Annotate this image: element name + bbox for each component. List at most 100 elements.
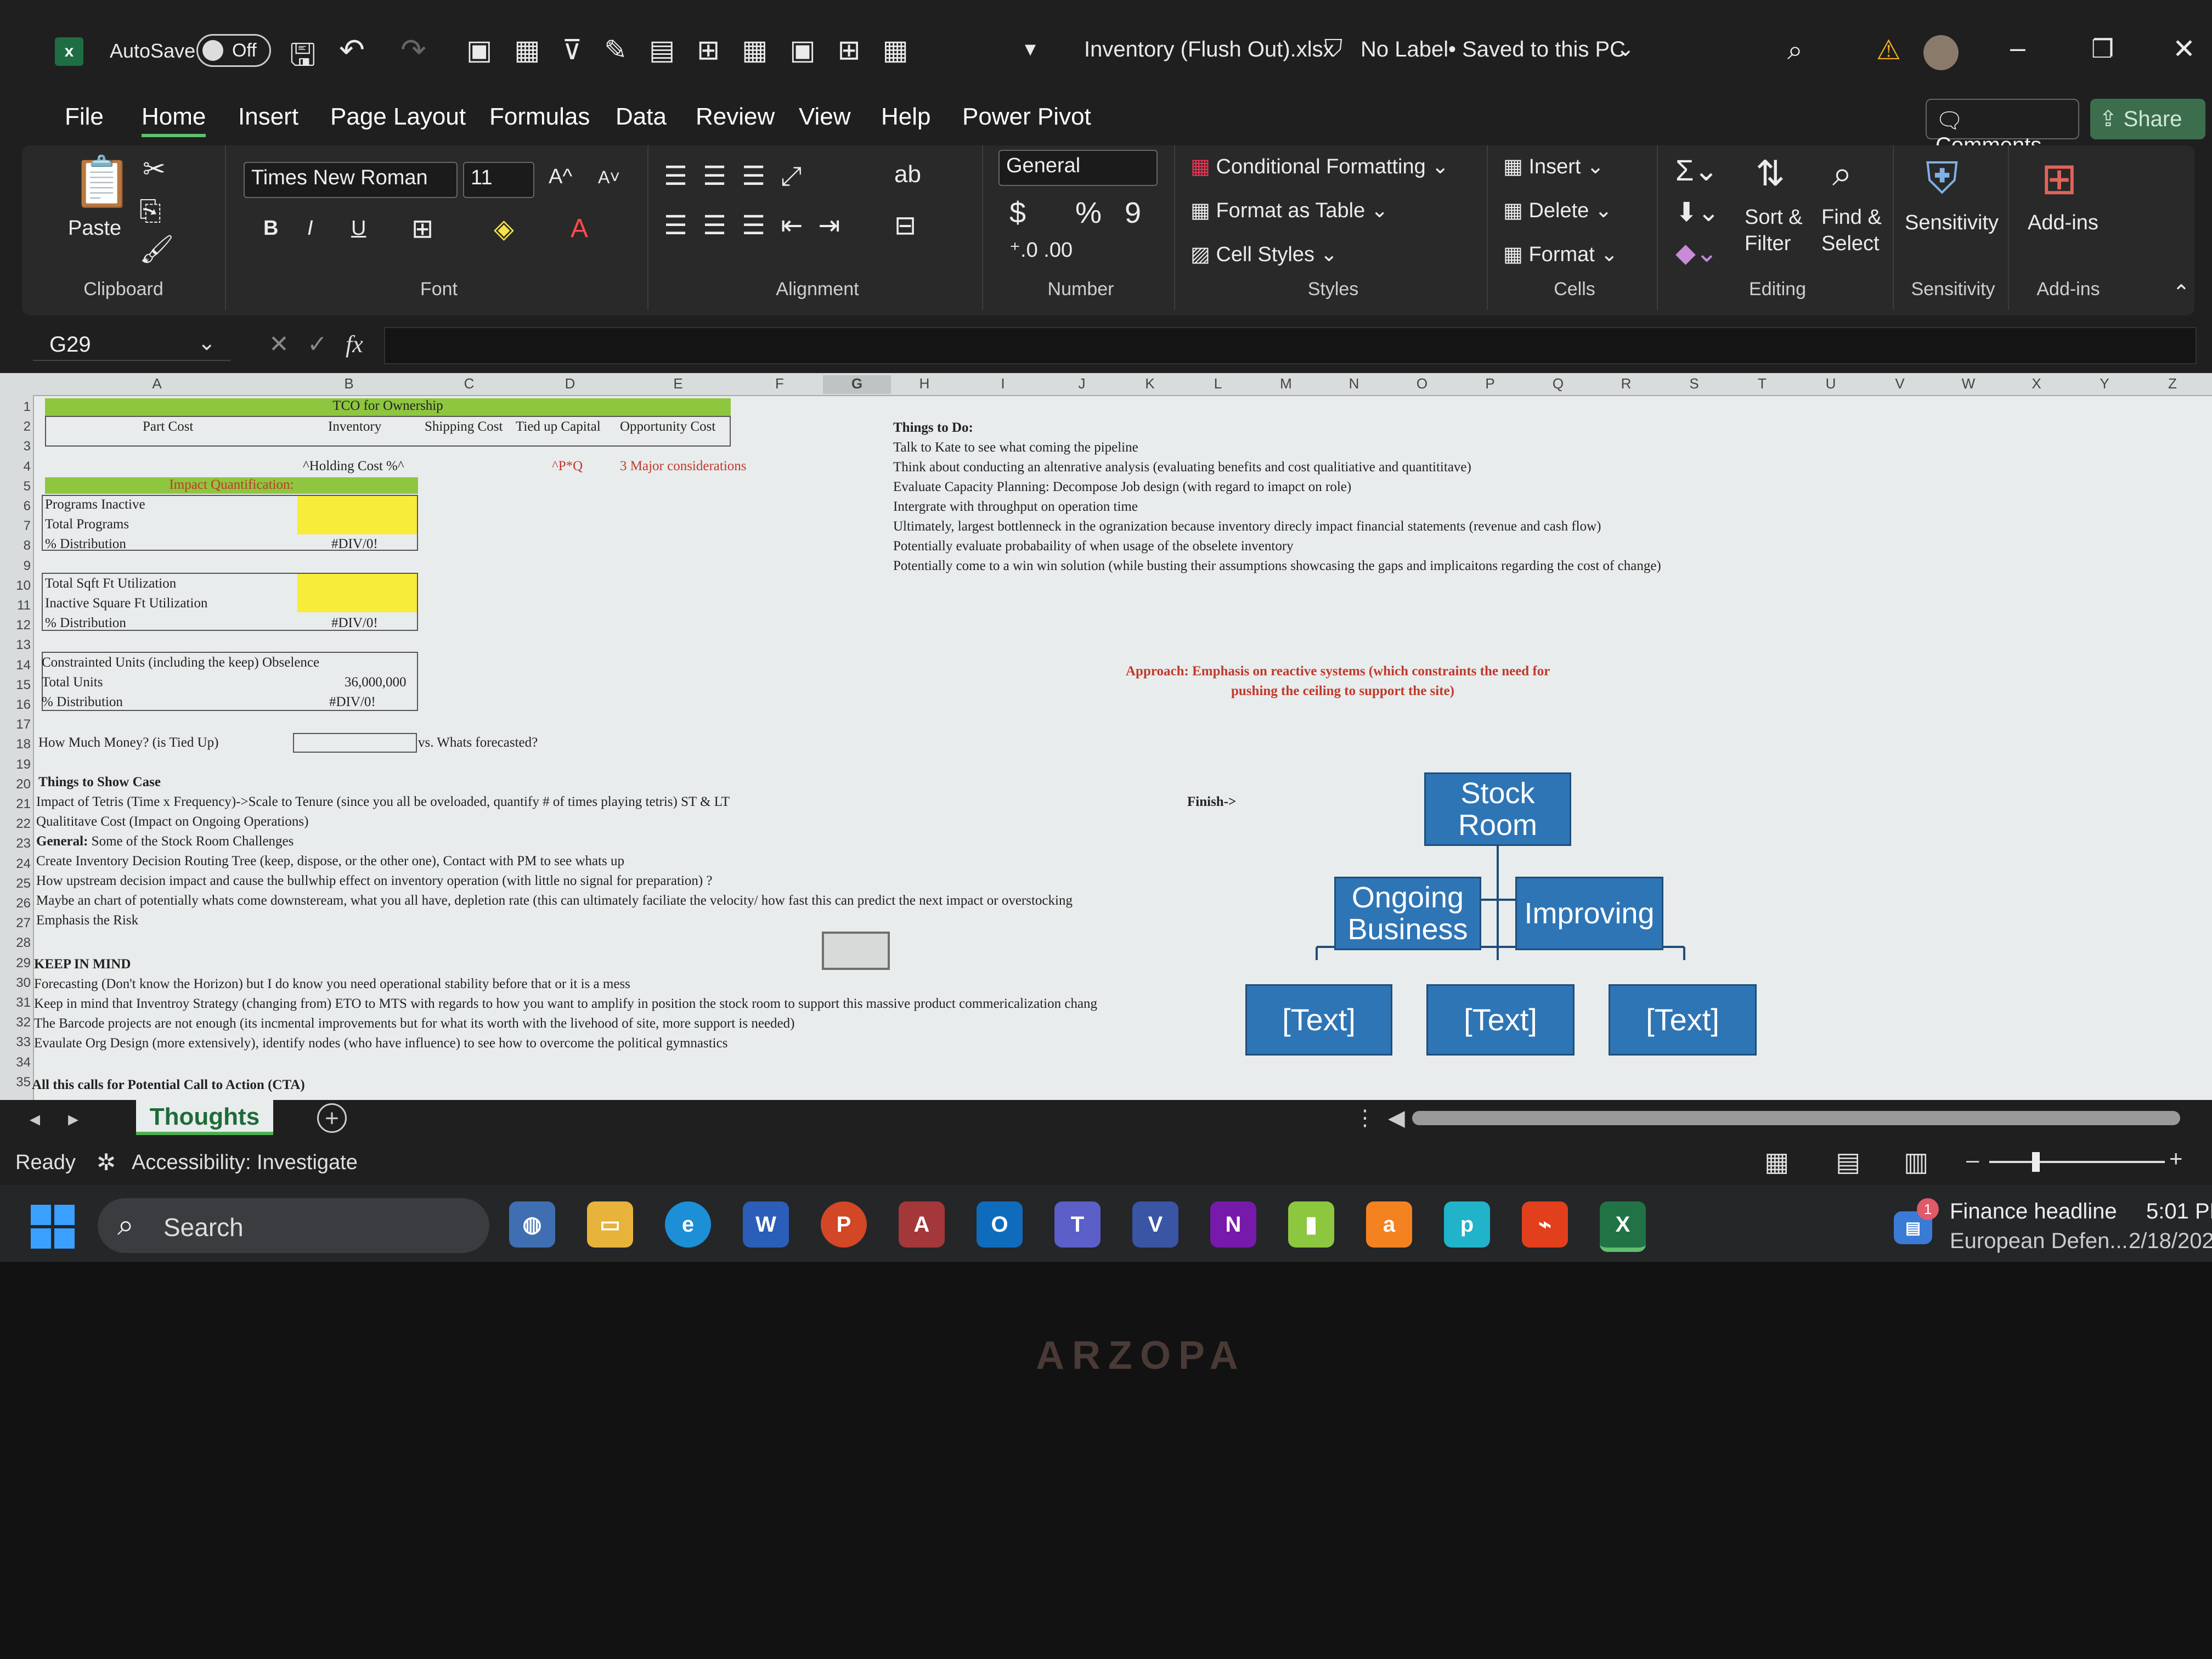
font-name-select[interactable]: Times New Roman <box>244 162 458 198</box>
holding-cost-note[interactable]: ^Holding Cost %^ <box>303 459 404 474</box>
clock-time[interactable]: 5:01 PM <box>2146 1199 2212 1224</box>
column-header-c[interactable]: C <box>418 375 520 392</box>
insert-cells-button[interactable]: ▦ Insert ⌄ <box>1503 154 1604 179</box>
column-header-q[interactable]: Q <box>1524 375 1592 392</box>
todo-item-3[interactable]: Evaluate Capacity Planning: Decompose Jo… <box>893 479 1351 495</box>
row-header-25[interactable]: 25 <box>0 876 31 891</box>
insert-function-icon[interactable]: fx <box>346 330 363 358</box>
cut-icon[interactable]: ✂ <box>143 153 166 185</box>
column-header-z[interactable]: Z <box>2138 375 2207 392</box>
row-header-23[interactable]: 23 <box>0 836 31 851</box>
programs-inactive[interactable]: Programs Inactive <box>45 497 145 512</box>
part-cost-header[interactable]: Part Cost <box>143 419 193 435</box>
powerpoint-icon[interactable]: P <box>821 1201 867 1248</box>
approach-line-2[interactable]: pushing the ceiling to support the site) <box>1231 684 1454 699</box>
sort-filter-icon[interactable]: ⇅ <box>1756 153 1785 194</box>
showcase-item-6[interactable]: Maybe an chart of potentially whats come… <box>36 893 1073 909</box>
addins-button[interactable]: Add-ins <box>2028 211 2098 235</box>
column-header-f[interactable]: F <box>736 375 823 392</box>
column-header-p[interactable]: P <box>1456 375 1524 392</box>
next-sheet-icon[interactable]: ▸ <box>68 1107 78 1131</box>
add-sheet-icon[interactable]: + <box>317 1103 347 1133</box>
autosave-toggle[interactable]: Off <box>196 34 271 67</box>
row-header-11[interactable]: 11 <box>0 598 31 613</box>
how-much-money[interactable]: How Much Money? (is Tied Up) <box>38 735 218 751</box>
find-select-icon[interactable]: ⌕ <box>1832 153 1852 194</box>
keep-item-4[interactable]: Evaulate Org Design (more extensively), … <box>34 1036 727 1051</box>
div0-2[interactable]: #DIV/0! <box>331 616 378 631</box>
opportunity-cost-header[interactable]: Opportunity Cost <box>620 419 715 435</box>
save-icon[interactable]: 🖫 <box>290 33 316 85</box>
todo-item-4[interactable]: Intergrate with throughput on operation … <box>893 499 1138 515</box>
todo-item-7[interactable]: Potentially come to a win win solution (… <box>893 558 1661 574</box>
sort-filter-label[interactable]: Sort & <box>1745 206 1803 229</box>
align-left-icon[interactable]: ☰☰☰⇤⇥ <box>664 210 856 241</box>
impact-header[interactable]: Impact Quantification: <box>45 477 418 494</box>
row-header-2[interactable]: 2 <box>0 419 31 435</box>
italic-button[interactable]: I <box>307 217 313 240</box>
accessibility-icon[interactable]: ✲ <box>97 1149 116 1176</box>
column-header-y[interactable]: Y <box>2070 375 2138 392</box>
close-icon[interactable]: ✕ <box>2172 33 2196 65</box>
div0-1[interactable]: #DIV/0! <box>331 537 378 552</box>
clock-date[interactable]: 2/18/2025 <box>2129 1229 2212 1254</box>
percent-button[interactable]: % <box>1075 196 1102 230</box>
merge-center-icon[interactable]: ⊟ <box>894 210 916 241</box>
label-status[interactable]: No Label <box>1361 37 1448 62</box>
approach-line-1[interactable]: Approach: Emphasis on reactive systems (… <box>1126 664 1550 679</box>
pq-note[interactable]: ^P*Q <box>552 459 583 474</box>
row-header-8[interactable]: 8 <box>0 538 31 554</box>
todo-title[interactable]: Things to Do: <box>893 420 973 436</box>
accessibility-status[interactable]: Accessibility: Investigate <box>132 1151 358 1175</box>
page-layout-view-icon[interactable]: ▤ <box>1836 1147 1860 1177</box>
tied-capital-header[interactable]: Tied up Capital <box>516 419 601 435</box>
column-header-e[interactable]: E <box>620 375 736 392</box>
total-programs[interactable]: Total Programs <box>45 517 129 532</box>
showcase-item-5[interactable]: How upstream decision impact and cause t… <box>36 873 713 889</box>
row-header-19[interactable]: 19 <box>0 757 31 772</box>
row-header-6[interactable]: 6 <box>0 499 31 514</box>
addins-icon[interactable]: ⊞ <box>2041 153 2078 204</box>
format-as-table-button[interactable]: ▦ Format as Table ⌄ <box>1190 198 1389 223</box>
keep-item-1[interactable]: Forecasting (Don't know the Horizon) but… <box>34 977 630 992</box>
outlook-icon[interactable]: O <box>977 1201 1023 1248</box>
fill-color-icon[interactable]: ◈ <box>494 213 514 244</box>
column-header-u[interactable]: U <box>1796 375 1865 392</box>
todo-item-2[interactable]: Think about conducting an altenrative an… <box>893 460 1471 475</box>
comma-button[interactable]: 9 <box>1125 196 1141 230</box>
smartart-text-1[interactable]: [Text] <box>1245 984 1392 1056</box>
search-icon[interactable]: ⌕ <box>1787 34 1803 66</box>
showcase-item-4[interactable]: Create Inventory Decision Routing Tree (… <box>36 854 624 869</box>
paste-icon[interactable]: 📋 <box>71 153 133 211</box>
page-break-view-icon[interactable]: ▥ <box>1904 1147 1928 1177</box>
cell-styles-button[interactable]: ▨ Cell Styles ⌄ <box>1190 242 1338 267</box>
bold-button[interactable]: B <box>263 217 278 240</box>
tab-help[interactable]: Help <box>881 103 931 131</box>
column-header-v[interactable]: V <box>1865 375 1934 392</box>
fill-icon[interactable]: ⬇⌄ <box>1675 197 1719 228</box>
row-header-5[interactable]: 5 <box>0 479 31 494</box>
format-cells-button[interactable]: ▦ Format ⌄ <box>1503 242 1618 267</box>
column-header-g[interactable]: G <box>823 375 891 394</box>
minimize-icon[interactable]: – <box>2010 32 2025 64</box>
sheet-options-icon[interactable]: ⋮ <box>1354 1105 1376 1131</box>
sensitivity-icon[interactable]: ⛨ <box>1926 153 1959 204</box>
quick-access-icons[interactable]: ▣▦⊽✎▤⊞▦▣⊞▦ <box>466 34 930 66</box>
copy-icon[interactable]: ⎘ <box>139 195 161 227</box>
column-header-n[interactable]: N <box>1320 375 1388 392</box>
total-units[interactable]: Total Units <box>42 675 103 690</box>
column-header-j[interactable]: J <box>1048 375 1116 392</box>
zoom-in-icon[interactable]: + <box>2169 1146 2183 1172</box>
app-p-icon[interactable]: p <box>1444 1201 1490 1248</box>
row-header-34[interactable]: 34 <box>0 1055 31 1070</box>
column-header-s[interactable]: S <box>1660 375 1728 392</box>
row-header-32[interactable]: 32 <box>0 1015 31 1030</box>
constrained-units[interactable]: Constrainted Units (including the keep) … <box>42 655 319 670</box>
font-color-icon[interactable]: A <box>571 213 588 244</box>
wrap-text-icon[interactable]: ab <box>894 161 921 188</box>
column-header-i[interactable]: I <box>958 375 1048 392</box>
font-size-select[interactable]: 11 <box>463 162 534 198</box>
column-header-h[interactable]: H <box>891 375 958 392</box>
column-header-a[interactable]: A <box>34 375 280 392</box>
tab-page-layout[interactable]: Page Layout <box>330 103 466 131</box>
